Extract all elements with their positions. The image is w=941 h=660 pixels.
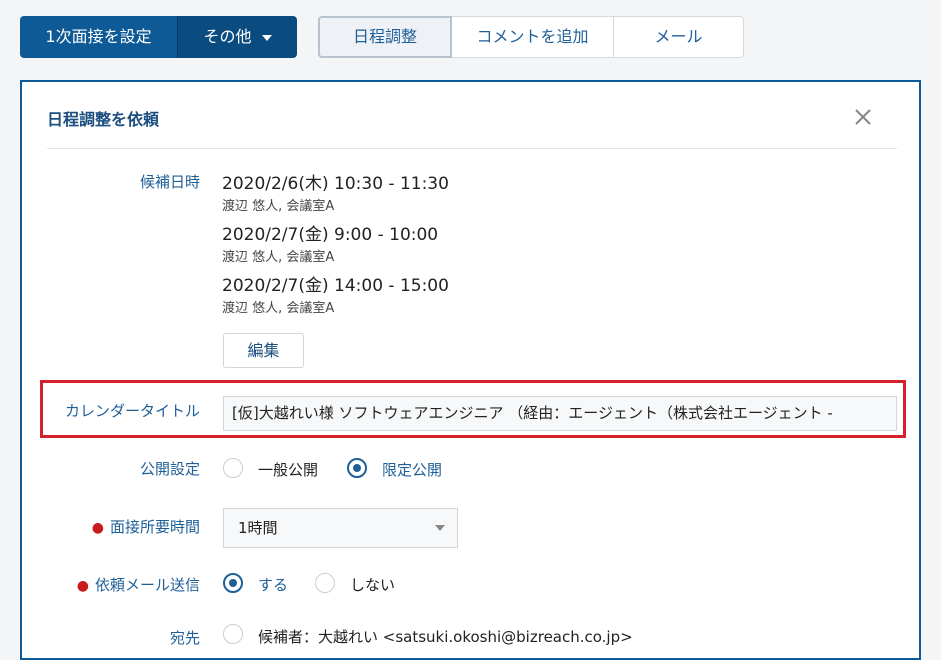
candidate-time-2: 2020/2/7(金) 9:00 - 10:00 <box>222 225 439 245</box>
close-icon[interactable] <box>851 105 875 129</box>
duration-select[interactable]: 1時間 <box>223 508 458 548</box>
panel-divider <box>47 148 897 149</box>
more-menu-button[interactable]: その他 <box>177 16 297 58</box>
edit-candidates-button[interactable]: 編集 <box>223 333 304 368</box>
candidate-detail-3: 渡辺 悠人, 会議室A <box>222 301 335 316</box>
candidate-detail-2: 渡辺 悠人, 会議室A <box>222 250 335 265</box>
visibility-limited-label: 限定公開 <box>382 461 443 479</box>
send-mail-no-label: しない <box>350 576 396 594</box>
schedule-first-interview-button[interactable]: 1次面接を設定 <box>20 16 177 58</box>
panel-title: 日程調整を依頼 <box>47 110 160 129</box>
visibility-limited-radio[interactable] <box>347 458 367 478</box>
send-mail-yes-radio[interactable] <box>223 573 243 593</box>
candidate-time-3: 2020/2/7(金) 14:00 - 15:00 <box>222 276 449 296</box>
required-marker: ● <box>91 520 104 536</box>
chevron-down-icon <box>435 525 445 531</box>
more-button-label: その他 <box>203 27 252 46</box>
duration-label-text: 面接所要時間 <box>109 518 200 536</box>
duration-label: ● 面接所要時間 <box>44 516 200 537</box>
schedule-request-panel: 日程調整を依頼 候補日時 2020/2/6(木) 10:30 - 11:30 渡… <box>20 80 921 660</box>
send-mail-label: ● 依頼メール送信 <box>44 574 200 595</box>
tab-schedule-adjust[interactable]: 日程調整 <box>318 16 452 58</box>
visibility-public-label: 一般公開 <box>258 461 319 479</box>
calendar-title-highlight <box>40 380 906 438</box>
required-marker: ● <box>76 578 89 594</box>
candidate-detail-1: 渡辺 悠人, 会議室A <box>222 199 335 214</box>
send-mail-label-text: 依頼メール送信 <box>94 576 200 594</box>
tab-mail[interactable]: メール <box>614 16 744 58</box>
recipient-label: 宛先 <box>169 629 200 647</box>
send-mail-no-radio[interactable] <box>315 573 335 593</box>
chevron-down-icon <box>261 34 272 41</box>
visibility-public-radio[interactable] <box>223 458 243 478</box>
action-tabs: 日程調整 コメントを追加 メール <box>318 16 744 58</box>
recipient-radio[interactable] <box>223 624 243 644</box>
tab-add-comment[interactable]: コメントを追加 <box>452 16 614 58</box>
visibility-label: 公開設定 <box>139 460 200 478</box>
candidate-time-1: 2020/2/6(木) 10:30 - 11:30 <box>222 174 449 194</box>
candidates-label: 候補日時 <box>139 173 200 191</box>
duration-select-value: 1時間 <box>238 519 278 537</box>
send-mail-yes-label: する <box>258 576 289 594</box>
